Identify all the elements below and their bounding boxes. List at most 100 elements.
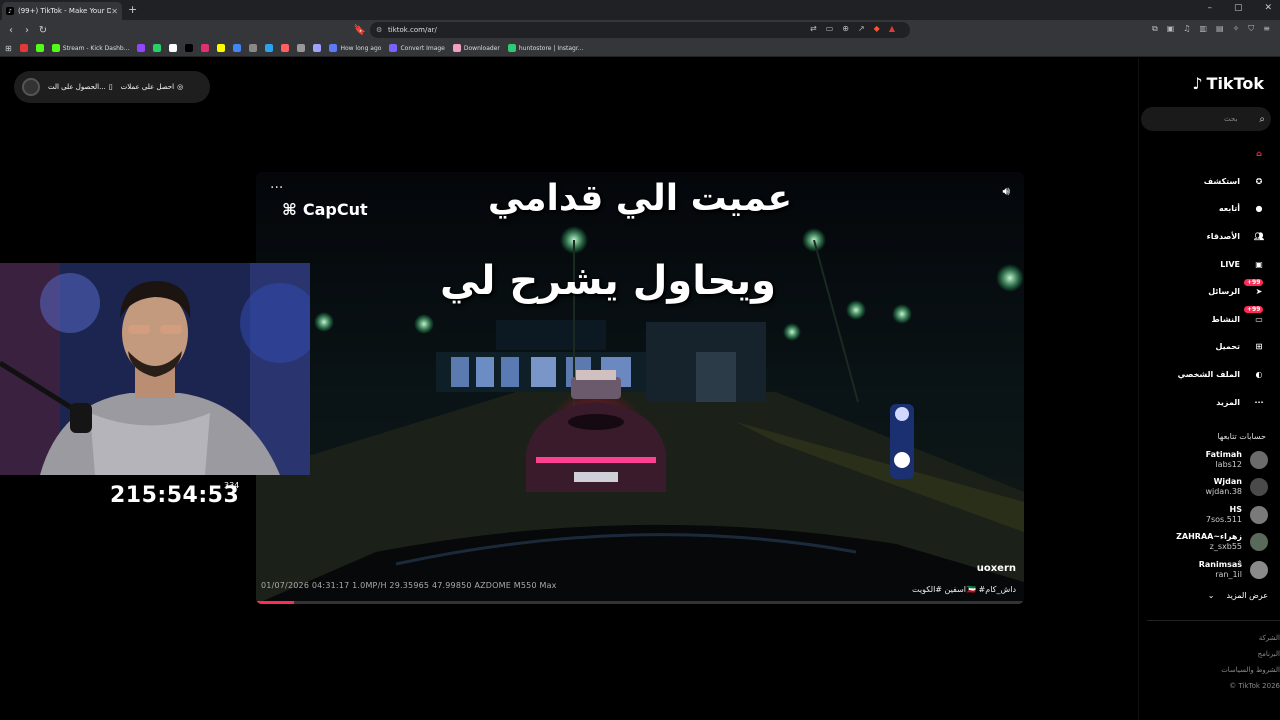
bookmark-item[interactable] [153, 44, 162, 52]
bookmark-item[interactable] [217, 44, 226, 52]
bookmark-icon[interactable]: 🔖 [352, 25, 368, 36]
sidebar-item-activity[interactable]: النشاط ▭ +99 [1138, 306, 1266, 334]
avatar[interactable] [1250, 560, 1268, 579]
footer-link[interactable]: © TikTok 2026 [1221, 678, 1280, 694]
following-account[interactable]: Ranimsaŝ ran_1il [1144, 556, 1268, 584]
avatar[interactable] [1250, 450, 1268, 469]
account-handle: ran_1il [1215, 569, 1242, 579]
forward-icon[interactable]: › [19, 25, 35, 36]
vpn-icon[interactable]: ⛉ [1248, 24, 1254, 34]
account-name: HS [1229, 504, 1242, 514]
reload-icon[interactable]: ↻ [35, 25, 51, 36]
bookmark-item[interactable] [313, 44, 322, 52]
music-icon[interactable]: ♫ [1183, 24, 1190, 34]
video-progress-bar[interactable] [256, 601, 1024, 604]
bookmark-item[interactable] [201, 44, 210, 52]
leo-icon[interactable]: ✧ [1233, 24, 1240, 34]
brave-rewards-icon[interactable]: ▲ [889, 24, 895, 33]
share-icon[interactable]: ↗ [858, 24, 865, 33]
upload-icon: ⊞ [1255, 342, 1263, 352]
close-window-button[interactable]: ✕ [1264, 3, 1272, 13]
bookmark-favicon-icon [51, 44, 60, 52]
following-account[interactable]: Fatimah labs12 [1144, 446, 1268, 474]
footer-link[interactable]: البرنامج [1221, 646, 1280, 662]
browser-tab[interactable]: ♪ (99+) TikTok - Make Your Day ✕ [2, 2, 122, 20]
live-icon: ▣ [1255, 259, 1263, 269]
bookmark-item[interactable] [137, 44, 146, 52]
sidebar-icon[interactable]: ▥ [1199, 24, 1207, 34]
following-account[interactable]: ZAHRAA~زهراء z_sxb55 [1144, 529, 1268, 557]
maximize-button[interactable]: ▢ [1234, 3, 1243, 13]
show-more-button[interactable]: ⌄ عرض المزيد [1208, 591, 1268, 600]
bookmark-item[interactable] [169, 44, 178, 52]
bookmark-item[interactable] [249, 44, 258, 52]
bookmark-item[interactable]: Downloader [452, 44, 500, 52]
bookmark-item[interactable] [265, 44, 274, 52]
translate-icon[interactable]: ⇄ [810, 24, 817, 33]
menu-icon[interactable]: ≡ [1263, 24, 1270, 34]
bookmark-item[interactable] [35, 44, 44, 52]
bookmark-item[interactable] [281, 44, 290, 52]
sidebar-item-following-avatar[interactable]: أتابعه ● [1138, 195, 1266, 223]
bookmark-favicon-icon [153, 44, 162, 52]
search-icon[interactable]: ⌕ [1259, 114, 1265, 125]
avatar[interactable] [1250, 478, 1268, 497]
stream-timer: 215:54:53 [110, 483, 240, 508]
bookmark-item[interactable]: Stream - Kick Dashb... [51, 44, 129, 52]
account-handle: labs12 [1215, 459, 1242, 469]
close-tab-icon[interactable]: ✕ [111, 7, 118, 16]
bookmark-item[interactable] [297, 44, 306, 52]
search-input[interactable]: بحث ⌕ [1141, 107, 1271, 131]
account-name: Fatimah [1205, 449, 1242, 459]
stream-timer-count: 334 [224, 481, 240, 490]
brave-shield-icon[interactable]: ◆ [874, 24, 880, 33]
avatar[interactable] [1250, 533, 1268, 552]
bookmark-item[interactable] [233, 44, 242, 52]
video-hashtags[interactable]: اسفين #الكويت🇰🇼 #داش_كام [912, 585, 1016, 594]
get-app-link[interactable]: الحصول على الت... ▯ [48, 83, 113, 91]
footer-link[interactable]: الشروط والسياسات [1221, 662, 1280, 678]
bookmark-item[interactable] [19, 44, 28, 52]
back-icon[interactable]: ‹ [3, 25, 19, 36]
tiktok-logo[interactable]: ♪ TikTok [1192, 74, 1264, 93]
wallet-icon[interactable]: ▤ [1216, 24, 1224, 34]
following-account[interactable]: Wjdan wjdan.38 [1144, 474, 1268, 502]
sidebar-item-upload[interactable]: تحميل ⊞ [1138, 333, 1266, 361]
friends-icon: 👥︎ [1253, 232, 1265, 242]
bookmark-item[interactable]: Convert Image [389, 44, 445, 52]
following-account[interactable]: HS 7sos.511 [1144, 501, 1268, 529]
footer-link[interactable]: الشركة [1221, 630, 1280, 646]
bookmark-item[interactable]: How long ago [329, 44, 381, 52]
sidebar-item-home[interactable]: ⌂ [1138, 140, 1266, 168]
chevron-down-icon: ⌄ [1207, 591, 1215, 600]
screenshot-icon[interactable]: ▣ [1167, 24, 1175, 34]
site-info-icon[interactable]: ⚙ [376, 26, 382, 34]
sidebar-item-label: الرسائل [1208, 287, 1240, 297]
sidebar-item-compass[interactable]: استكشف ✪ [1138, 168, 1266, 196]
minimize-button[interactable]: – [1207, 3, 1212, 13]
sidebar-item-profile[interactable]: الملف الشخصي ◐ [1138, 361, 1266, 389]
avatar[interactable] [1250, 505, 1268, 524]
tiktok-sidebar: ♪ TikTok بحث ⌕ ⌂ استكشف ✪ أتابعه ● الأصدقاء 👥︎… [1138, 58, 1280, 720]
user-avatar[interactable] [22, 78, 40, 96]
new-tab-button[interactable]: + [128, 3, 137, 16]
bookmark-item[interactable]: huntostore | Instagr... [507, 44, 584, 52]
get-coins-link[interactable]: احصل على عملات ◎ [121, 83, 184, 91]
compass-icon: ✪ [1255, 176, 1263, 186]
account-name: Wjdan [1213, 477, 1242, 487]
apps-icon[interactable]: ⊞ [5, 44, 12, 53]
bookmark-favicon-icon [389, 44, 398, 52]
account-name: ZAHRAA~زهراء [1176, 532, 1242, 542]
bookmark-item[interactable] [185, 44, 194, 52]
sidebar-item-messages[interactable]: الرسائل ➤ +99 [1138, 278, 1266, 306]
video-player[interactable]: ··· 🔊︎ ⌘ CapCut عميت الي قدامي ويحاول يش… [256, 172, 1024, 604]
cast-icon[interactable]: ▭ [826, 24, 834, 33]
video-author[interactable]: uoxern [977, 563, 1016, 574]
coin-icon: ◎ [177, 83, 184, 91]
account-handle: wjdan.38 [1205, 487, 1242, 497]
sidebar-item-live[interactable]: LIVE ▣ [1138, 250, 1266, 278]
sidebar-item-friends[interactable]: الأصدقاء 👥︎ [1138, 223, 1266, 251]
extension-icon[interactable]: ⧉ [1152, 24, 1158, 34]
zoom-icon[interactable]: ⊕ [842, 24, 849, 33]
sidebar-item-more[interactable]: المزيد ··· [1138, 388, 1266, 416]
